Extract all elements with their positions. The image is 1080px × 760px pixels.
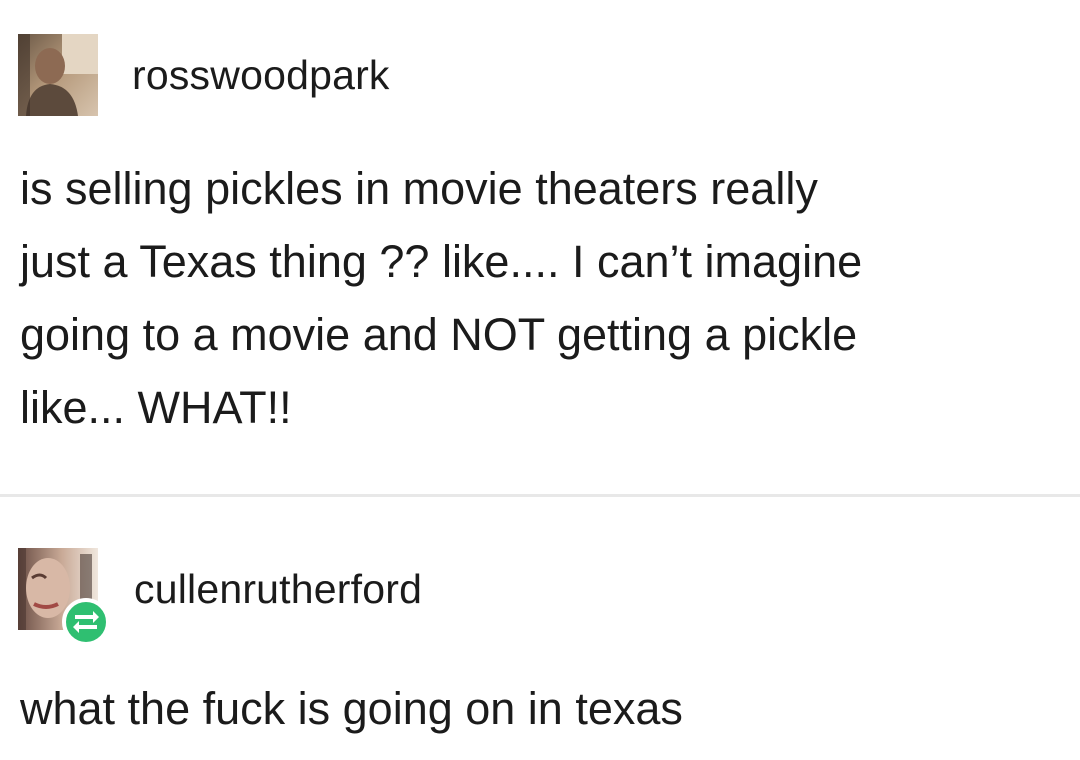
post-body: what the fuck is going on in texas: [20, 672, 1070, 745]
post-divider: [0, 494, 1080, 497]
post-body-line: going to a movie and NOT getting a pickl…: [20, 309, 858, 360]
reblog-badge: [62, 598, 110, 646]
post-rosswoodpark: rosswoodpark is selling pickles in movie…: [0, 0, 1080, 492]
avatar[interactable]: [18, 548, 110, 646]
post-body: is selling pickles in movie theaters rea…: [20, 152, 1070, 444]
post-body-line: like... WHAT!!: [20, 382, 292, 433]
avatar[interactable]: [18, 34, 98, 116]
post-body-line: is selling pickles in movie theaters rea…: [20, 163, 818, 214]
user-avatar-icon: [18, 34, 98, 116]
username[interactable]: rosswoodpark: [132, 52, 390, 99]
post-cullenrutherford: cullenrutherford what the fuck is going …: [0, 500, 1080, 760]
username[interactable]: cullenrutherford: [134, 566, 422, 613]
post-header: rosswoodpark: [18, 34, 390, 116]
reblog-icon: [73, 611, 99, 633]
post-body-line: what the fuck is going on in texas: [20, 683, 683, 734]
post-header: cullenrutherford: [18, 548, 422, 646]
post-body-line: just a Texas thing ?? like.... I can’t i…: [20, 236, 863, 287]
